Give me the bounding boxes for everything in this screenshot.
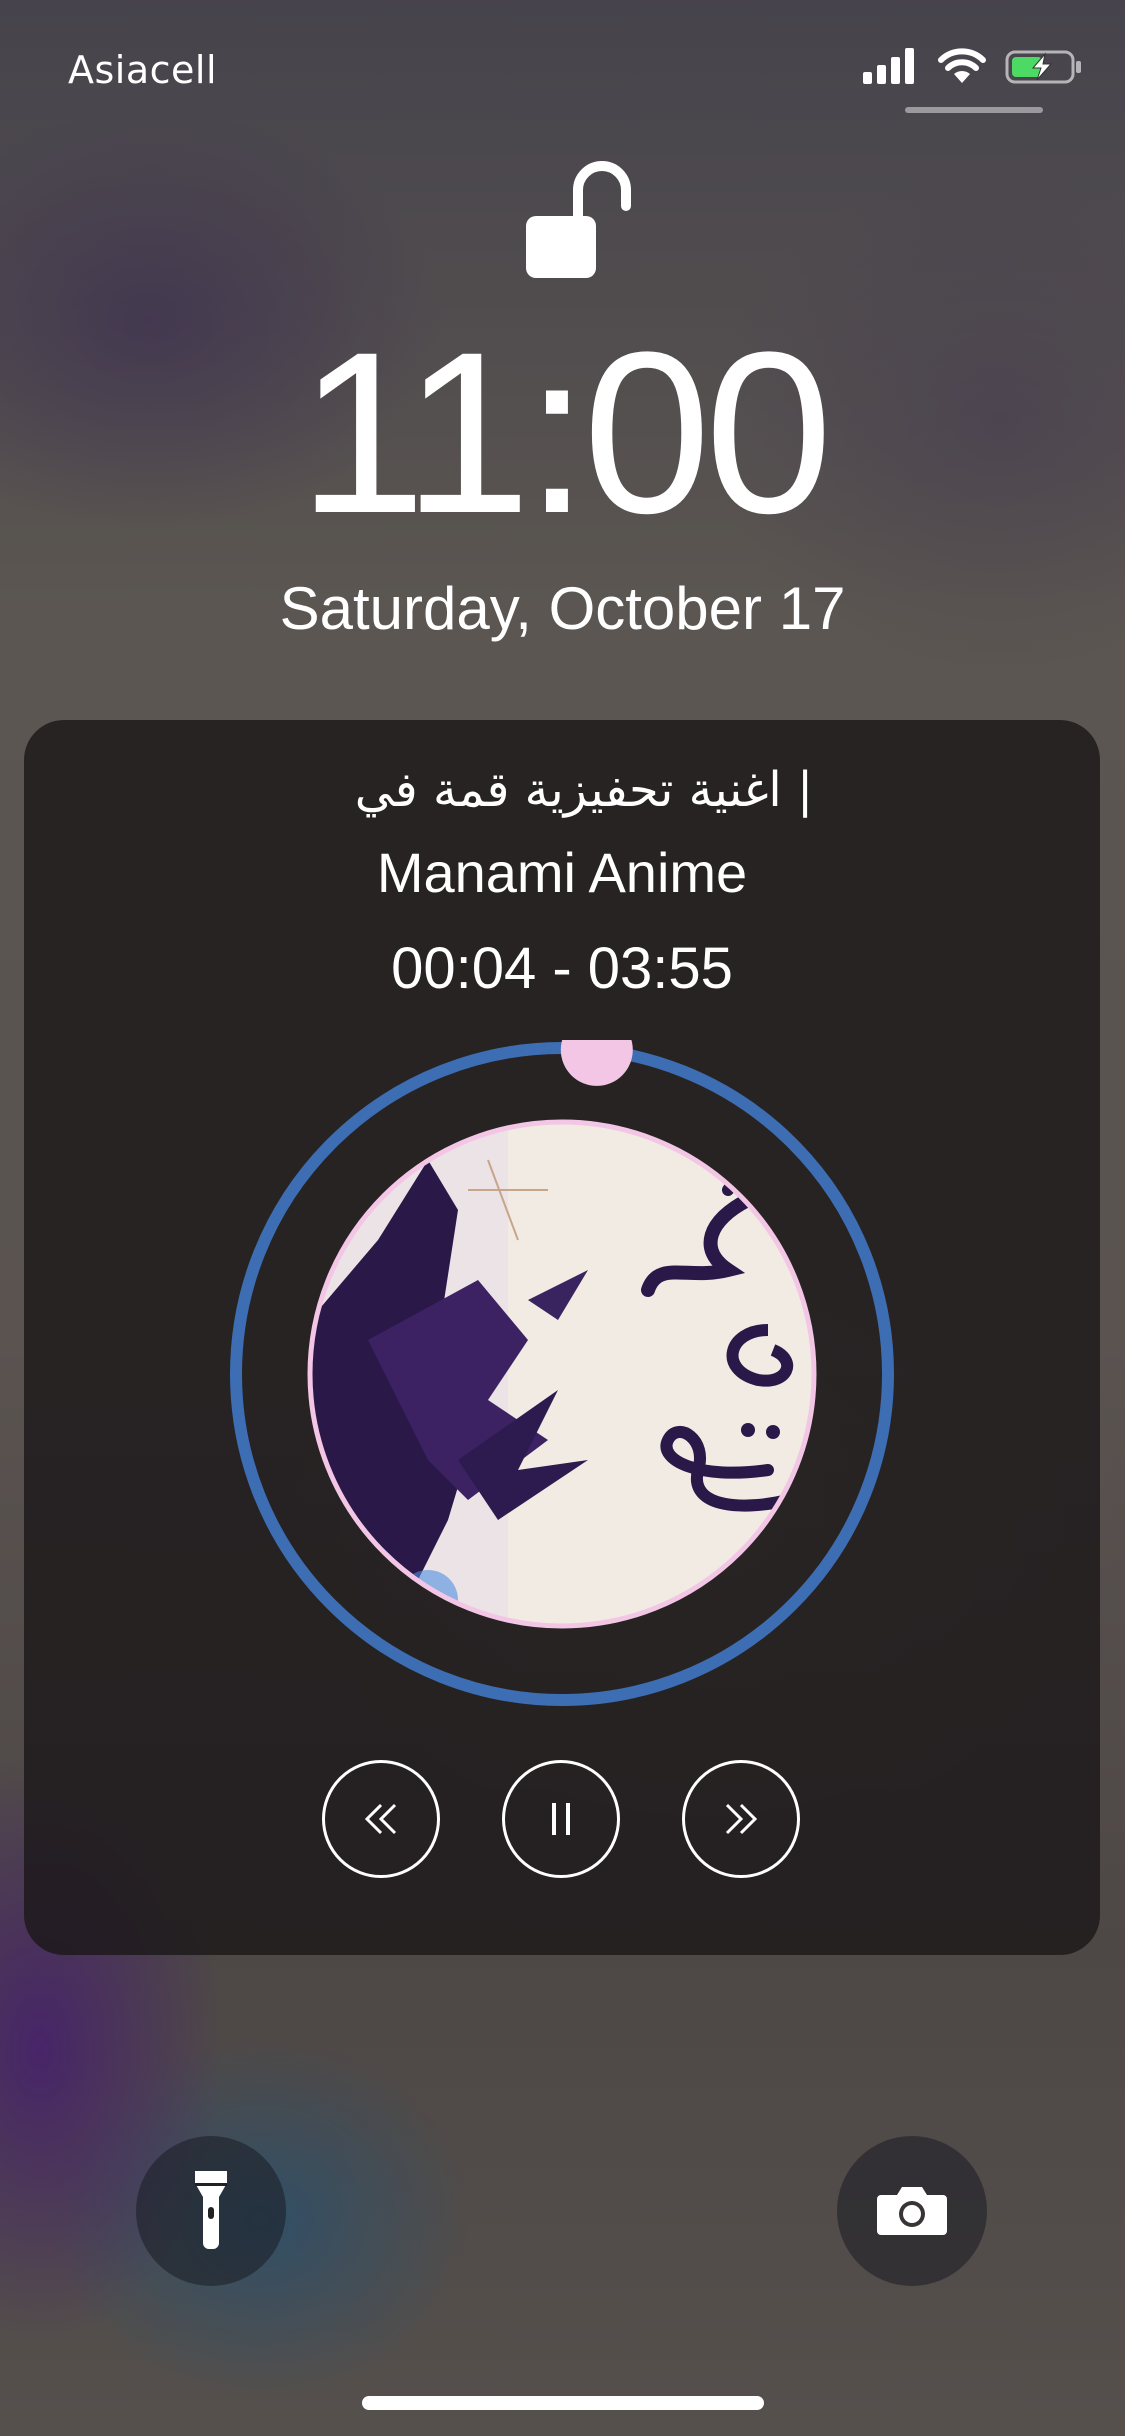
artist-name: Manami Anime xyxy=(376,841,748,904)
progress-dial[interactable] xyxy=(228,1013,896,1708)
status-bar: Asiacell xyxy=(0,0,1125,140)
pause-icon xyxy=(541,1799,581,1839)
unlocked-padlock-icon xyxy=(520,158,640,288)
next-button[interactable] xyxy=(682,1760,800,1878)
lock-screen-time: 11:00 xyxy=(298,304,833,561)
flashlight-button[interactable] xyxy=(136,2136,286,2286)
lock-screen-date: Saturday, October 17 xyxy=(279,575,846,642)
track-title: | اغنية تحفيزية قمة في xyxy=(354,762,814,818)
status-icons xyxy=(863,48,1085,88)
cellular-signal-icon xyxy=(863,48,919,88)
carrier-name: Asiacell xyxy=(68,48,218,92)
flashlight-icon xyxy=(193,2169,229,2253)
rewind-icon xyxy=(359,1799,403,1839)
previous-button[interactable] xyxy=(322,1760,440,1878)
camera-button[interactable] xyxy=(837,2136,987,2286)
home-indicator[interactable] xyxy=(362,2396,764,2410)
wifi-icon xyxy=(937,48,987,88)
progress-knob xyxy=(560,1013,633,1086)
now-playing-widget: | اغنية تحفيزية قمة في Manami Anime 00:0… xyxy=(24,720,1100,1955)
fast-forward-icon xyxy=(719,1799,763,1839)
playback-time: 00:04 - 03:55 xyxy=(391,936,733,1001)
control-center-indicator[interactable] xyxy=(905,107,1043,113)
pause-button[interactable] xyxy=(502,1760,620,1878)
camera-icon xyxy=(877,2183,947,2239)
battery-charging-icon xyxy=(1005,48,1085,88)
